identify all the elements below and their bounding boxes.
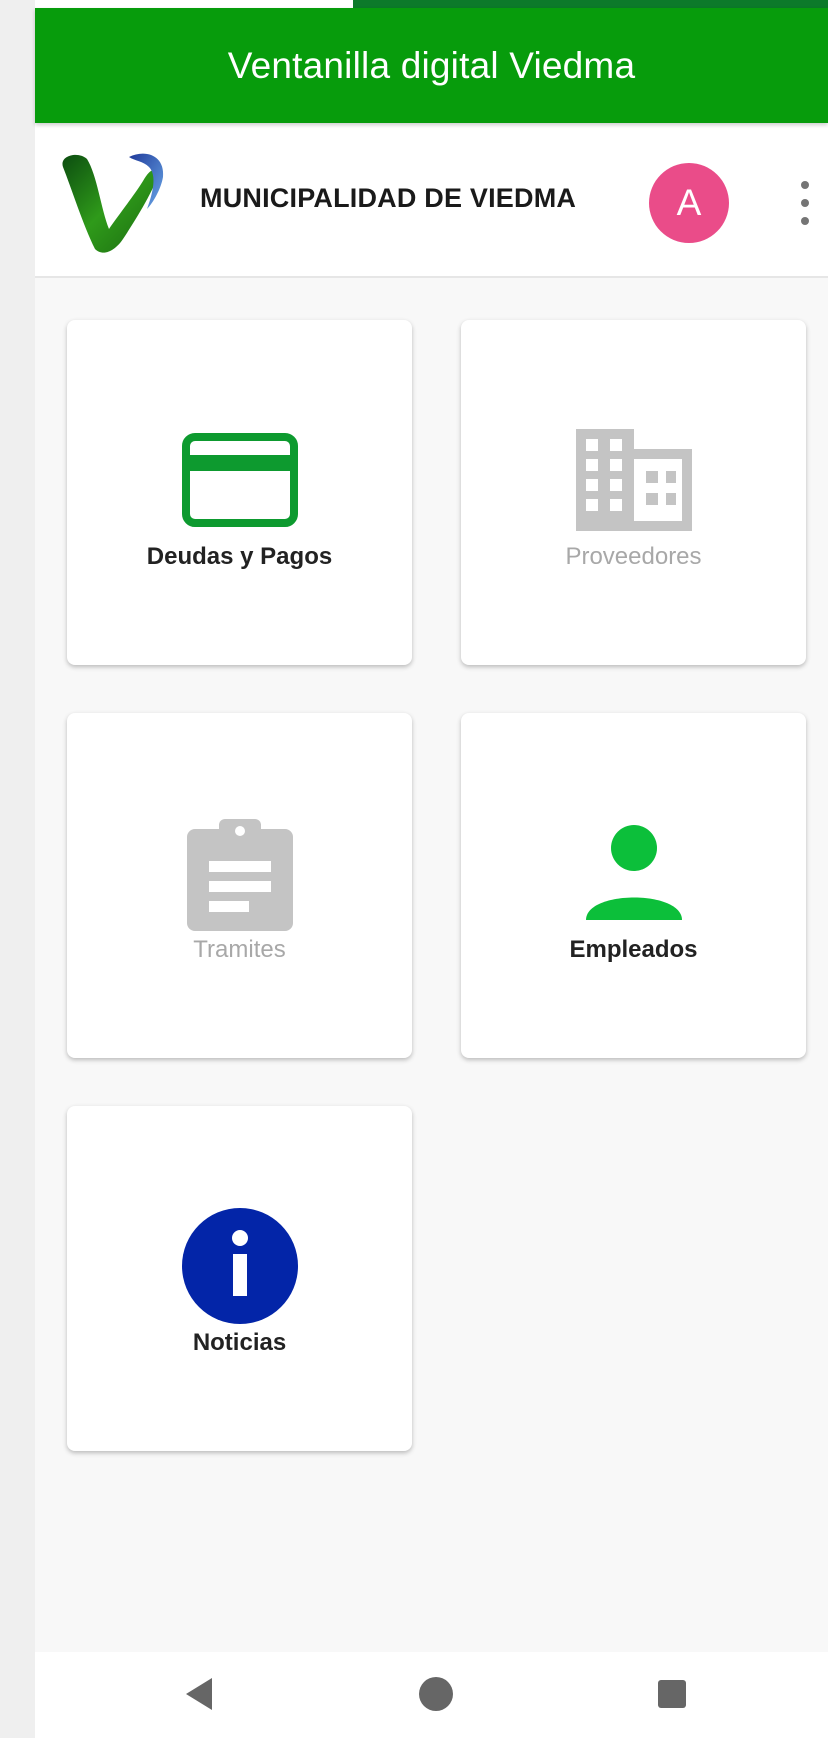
proveedores-label: Proveedores [565, 543, 702, 570]
noticias-card[interactable]: Noticias [67, 1106, 412, 1451]
municipality-name: MUNICIPALIDAD DE VIEDMA [200, 183, 577, 213]
credit-card-icon [67, 420, 412, 540]
status-bar-segment [353, 0, 828, 8]
info-icon [67, 1206, 412, 1326]
back-triangle-icon[interactable] [178, 1672, 222, 1716]
avatar-initial: A [676, 182, 702, 223]
system-nav-bar [35, 1652, 828, 1738]
person-icon [461, 813, 806, 933]
app-bar: Ventanilla digital Viedma [35, 8, 828, 123]
app-title: Ventanilla digital Viedma [227, 44, 636, 86]
business-icon [461, 420, 806, 540]
kebab-dot [801, 217, 809, 225]
deudas-y-pagos-card[interactable]: Deudas y Pagos [67, 320, 412, 665]
empleados-card[interactable]: Empleados [461, 713, 806, 1058]
assignment-icon [67, 813, 412, 933]
tramites-card[interactable]: Tramites [67, 713, 412, 1058]
municipality-header: MUNICIPALIDAD DE VIEDMA A [35, 123, 828, 278]
home-circle-icon[interactable] [414, 1672, 458, 1716]
kebab-dot [801, 199, 809, 207]
status-bar [35, 0, 828, 8]
user-avatar[interactable]: A [649, 163, 729, 243]
more-vert-icon[interactable] [795, 181, 815, 225]
kebab-dot [801, 181, 809, 189]
menu-grid: Deudas y Pagos Proveedores Tramites Empl… [35, 278, 828, 1652]
deudas-y-pagos-label: Deudas y Pagos [146, 543, 333, 570]
proveedores-card[interactable]: Proveedores [461, 320, 806, 665]
noticias-label: Noticias [192, 1329, 287, 1356]
screen-left-edge [0, 0, 35, 1738]
recents-square-icon[interactable] [650, 1672, 694, 1716]
tramites-label: Tramites [193, 936, 286, 963]
viedma-logo-icon [62, 153, 164, 253]
empleados-label: Empleados [569, 936, 698, 963]
